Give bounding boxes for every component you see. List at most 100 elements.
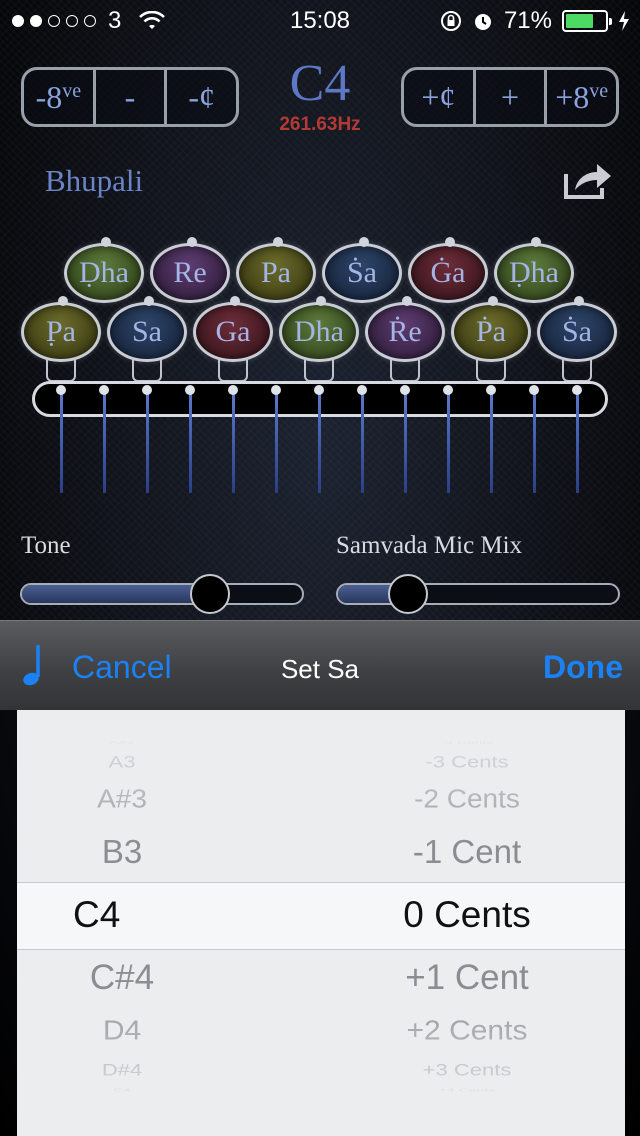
picker-notes-option[interactable]: D4	[17, 1015, 227, 1046]
picker-cents-option[interactable]: +2 Cents	[347, 1015, 587, 1046]
tanpura-string[interactable]	[60, 389, 63, 493]
bell-back_row-4[interactable]: Ġa	[408, 237, 488, 303]
picker-notes-option[interactable]: C4	[73, 894, 283, 936]
tanpura-string[interactable]	[189, 389, 192, 493]
bell-back_row-5[interactable]: Ḍha	[494, 237, 574, 303]
tone-slider-thumb[interactable]	[189, 574, 230, 614]
tuning-peg	[218, 360, 248, 382]
picker-cents-option[interactable]: -1 Cent	[347, 833, 587, 871]
picker-notes-option[interactable]: E4	[17, 1087, 227, 1093]
picker-notes-option[interactable]: A#2	[17, 739, 227, 745]
pitch-up-controls: +¢ + +8 ve	[401, 67, 619, 127]
string-anchor	[529, 385, 539, 395]
bell-label: Ṗa	[476, 315, 506, 348]
tone-slider-fill	[22, 585, 210, 603]
picker-notes-option[interactable]: B3	[17, 833, 227, 871]
string-anchor	[185, 385, 195, 395]
note-name: C4	[289, 55, 351, 112]
tanpura-string[interactable]	[490, 389, 493, 493]
bell-front_row-4[interactable]: Ṙe	[365, 296, 445, 362]
string-anchor	[572, 385, 582, 395]
tanpura-string[interactable]	[404, 389, 407, 493]
bell-label: Ġa	[430, 256, 466, 289]
bell-front_row-2[interactable]: Ga	[193, 296, 273, 362]
bell-label: Ṡa	[562, 315, 592, 348]
tuning-peg	[562, 360, 592, 382]
raga-selector[interactable]: Bhupali	[45, 163, 143, 199]
bell-back_row-3[interactable]: Ṡa	[322, 237, 402, 303]
bell-label: Ga	[215, 315, 251, 348]
bell-label: Re	[173, 256, 207, 289]
cent-down-button[interactable]: -¢	[167, 70, 236, 124]
mic-mix-label: Samvada Mic Mix	[336, 532, 523, 559]
mic-mix-slider-thumb[interactable]	[388, 574, 428, 614]
picker-notes-option[interactable]: C#4	[17, 958, 227, 998]
semitone-down-button[interactable]: -	[96, 70, 168, 124]
tone-slider[interactable]	[20, 574, 304, 614]
tanpura-string[interactable]	[103, 389, 106, 493]
picker-notes-option[interactable]: A#3	[17, 784, 227, 813]
string-anchor	[99, 385, 109, 395]
bell-back_row-2[interactable]: Pa	[236, 237, 316, 303]
bell-label: Ṡa	[347, 256, 377, 289]
done-button[interactable]: Done	[543, 649, 623, 686]
semitone-up-button[interactable]: +	[476, 70, 548, 124]
bell-front_row-5[interactable]: Ṗa	[451, 296, 531, 362]
picker-cents-option[interactable]: -3 Cents	[347, 752, 587, 772]
battery-fill	[566, 14, 593, 28]
bell-label: Pa	[261, 256, 291, 289]
battery-percent: 71%	[503, 7, 552, 34]
octave-up-button[interactable]: +8 ve	[547, 70, 616, 124]
tuning-peg	[476, 360, 506, 382]
bell-front_row-3[interactable]: Dha	[279, 296, 359, 362]
picker-notes-option[interactable]: D#4	[17, 1060, 227, 1080]
status-bar: 3 15:08 71%	[0, 0, 640, 40]
tanpura-string[interactable]	[447, 389, 450, 493]
orientation-lock-icon	[440, 11, 461, 31]
string-anchor	[486, 385, 496, 395]
picker-cents-option[interactable]: +3 Cents	[347, 1060, 587, 1080]
tanpura-string[interactable]	[533, 389, 536, 493]
tone-label: Tone	[21, 532, 71, 559]
picker-cents-option[interactable]: 0 Cents	[347, 894, 587, 936]
mic-mix-slider[interactable]	[336, 574, 620, 614]
tanpura-string[interactable]	[232, 389, 235, 493]
string-anchor	[271, 385, 281, 395]
bell-back_row-1[interactable]: Re	[150, 237, 230, 303]
string-anchor	[400, 385, 410, 395]
bell-label: Dha	[294, 315, 344, 348]
pitch-picker[interactable]: A#2 A3 A#3 B3 C4 C#4 D4 D#4 E4 -4 Cents -3 Cents -2…	[17, 710, 625, 1136]
share-icon[interactable]	[563, 158, 613, 200]
bell-label: Ḍha	[79, 256, 129, 289]
tuning-peg	[46, 360, 76, 382]
string-anchor	[357, 385, 367, 395]
bell-label: Ḍha	[509, 256, 559, 289]
bell-front_row-6[interactable]: Ṡa	[537, 296, 617, 362]
charging-icon	[619, 11, 629, 31]
tuning-peg	[132, 360, 162, 382]
string-anchor	[228, 385, 238, 395]
picker-cents-option[interactable]: +4 Cents	[347, 1087, 587, 1093]
tanpura-string[interactable]	[361, 389, 364, 493]
string-anchor	[142, 385, 152, 395]
string-anchor	[314, 385, 324, 395]
tanpura-string[interactable]	[146, 389, 149, 493]
status-right: 71%	[440, 7, 630, 35]
tanpura-string[interactable]	[576, 389, 579, 493]
octave-down-button[interactable]: -8 ve	[24, 70, 96, 124]
bell-label: P̣a	[46, 315, 76, 348]
cent-up-button[interactable]: +¢	[404, 70, 476, 124]
picker-cents-option[interactable]: +1 Cent	[347, 958, 587, 998]
note-display: C4 261.63Hz	[250, 58, 390, 136]
string-anchor	[443, 385, 453, 395]
picker-cents-option[interactable]: -4 Cents	[347, 739, 587, 745]
tanpura-string[interactable]	[275, 389, 278, 493]
picker-cents-option[interactable]: -2 Cents	[347, 784, 587, 813]
app-screen: 3 15:08 71% -8 ve - -¢ C4 261.63Hz +¢ + …	[0, 0, 640, 1136]
bell-back_row-0[interactable]: Ḍha	[64, 237, 144, 303]
tanpura-string[interactable]	[318, 389, 321, 493]
bell-front_row-0[interactable]: P̣a	[21, 296, 101, 362]
pitch-down-controls: -8 ve - -¢	[21, 67, 239, 127]
bell-front_row-1[interactable]: Sa	[107, 296, 187, 362]
picker-notes-option[interactable]: A3	[17, 752, 227, 772]
